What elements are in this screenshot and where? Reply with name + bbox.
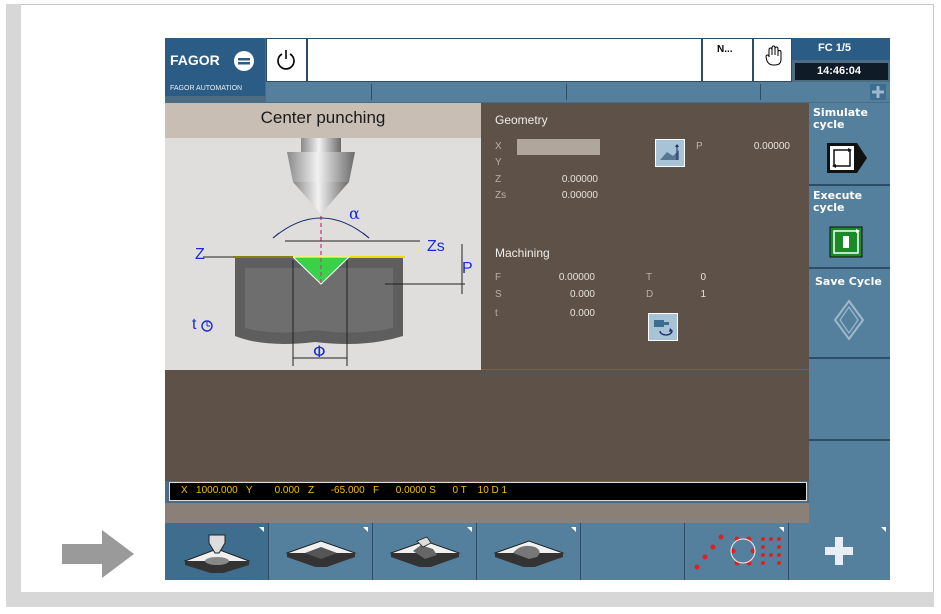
- pocket-softkey[interactable]: [269, 523, 373, 580]
- page-margin-bar: [6, 4, 21, 607]
- message-area: [165, 370, 809, 481]
- simulate-cycle-label: Simulate cycle: [813, 106, 868, 131]
- machining-title: Machining: [495, 246, 550, 260]
- manual-mode-button[interactable]: [753, 38, 792, 82]
- center-punching-softkey[interactable]: [165, 523, 269, 580]
- status-subheader: [266, 82, 890, 102]
- tool-position-icon: [660, 144, 679, 160]
- y-label: Y: [495, 157, 502, 168]
- simulate-cycle-button[interactable]: Simulate cycle: [809, 103, 890, 186]
- z-field-label: Z: [495, 174, 502, 185]
- t-value[interactable]: 0.000: [535, 308, 595, 319]
- hand-icon: [765, 45, 782, 66]
- submenu-corner-icon: [571, 527, 576, 532]
- fagor-automation-label: FAGOR AUTOMATION: [170, 85, 243, 92]
- t-label: t: [192, 316, 197, 333]
- s-label: S: [495, 289, 502, 300]
- empty-bottom-softkey[interactable]: [581, 523, 685, 580]
- submenu-corner-icon: [779, 527, 784, 532]
- f-label: F: [495, 272, 502, 283]
- x-input[interactable]: [517, 139, 600, 155]
- center-punching-icon: [183, 534, 251, 573]
- subheader-divider: [566, 84, 567, 100]
- pocket-icon: [285, 540, 357, 567]
- status-gap-bar: [165, 503, 809, 523]
- clock-time: 14:46:04: [817, 65, 862, 77]
- x-label: X: [495, 141, 502, 152]
- phi-label: Φ: [313, 342, 326, 361]
- page-footer-bar: [6, 592, 934, 607]
- z-value[interactable]: 0.00000: [540, 174, 598, 185]
- multiple-positioning-icon: [694, 534, 781, 570]
- profile-pocket-icon: [389, 536, 461, 567]
- z-label: Z: [195, 246, 205, 263]
- subheader-divider: [371, 84, 372, 100]
- empty-softkey-4[interactable]: [809, 359, 890, 441]
- submenu-corner-icon: [363, 527, 368, 532]
- execute-cycle-icon: [829, 226, 863, 258]
- cycle-title: Center punching: [260, 108, 386, 127]
- zs-label: Zs: [427, 238, 445, 255]
- submenu-corner-icon: [881, 527, 886, 532]
- multiple-positioning-softkey[interactable]: [685, 523, 789, 580]
- tool-d-label: D: [646, 289, 654, 300]
- tool-t-value[interactable]: 0: [680, 272, 706, 283]
- profile-pocket-softkey[interactable]: [373, 523, 477, 580]
- p-label: P: [462, 260, 473, 277]
- s-value[interactable]: 0.000: [535, 289, 595, 300]
- fagor-logo: FAGOR: [170, 52, 220, 68]
- spindle-direction-icon: [654, 320, 673, 336]
- boss-softkey[interactable]: [477, 523, 581, 580]
- fc-label: FC 1/5: [818, 42, 852, 54]
- plus-icon: [872, 86, 884, 98]
- boss-icon: [493, 540, 565, 567]
- fagor-logo-icon: [234, 51, 254, 71]
- more-softkey[interactable]: [789, 523, 890, 580]
- message-field: [307, 38, 702, 82]
- execute-cycle-button[interactable]: Execute cycle: [809, 186, 890, 269]
- tool-d-value[interactable]: 1: [680, 289, 706, 300]
- p-value[interactable]: 0.00000: [730, 141, 790, 152]
- submenu-corner-icon: [467, 527, 472, 532]
- empty-softkey-5[interactable]: [809, 441, 890, 523]
- t-field-label: t: [495, 308, 498, 319]
- p-field-label: P: [696, 141, 703, 152]
- subheader-divider: [760, 84, 761, 100]
- plus-icon: [825, 537, 853, 565]
- block-number-label: N...: [717, 44, 733, 55]
- position-status-text: X 1000.000 Y 0.000 Z -65.000 F 0.0000 S …: [181, 485, 508, 496]
- expand-button[interactable]: [870, 84, 886, 100]
- cycle-diagram: α Z Zs P Φ t: [165, 138, 481, 370]
- save-cycle-button[interactable]: Save Cycle: [809, 269, 890, 359]
- power-button[interactable]: [266, 38, 307, 82]
- zs-field-label: Zs: [495, 190, 507, 201]
- f-value[interactable]: 0.00000: [535, 272, 595, 283]
- power-icon: [277, 50, 295, 70]
- save-cycle-icon: [833, 299, 865, 341]
- pointer-arrow-icon: [62, 530, 134, 578]
- submenu-corner-icon: [259, 527, 264, 532]
- zs-value[interactable]: 0.00000: [540, 190, 598, 201]
- tool-position-button[interactable]: [655, 139, 685, 167]
- spindle-direction-button[interactable]: [648, 313, 678, 341]
- simulate-cycle-icon: [827, 143, 867, 173]
- tool-t-label: T: [646, 272, 653, 283]
- alpha-label: α: [349, 204, 360, 223]
- geometry-title: Geometry: [495, 113, 548, 127]
- save-cycle-label: Save Cycle: [815, 275, 882, 288]
- execute-cycle-label: Execute cycle: [813, 189, 863, 214]
